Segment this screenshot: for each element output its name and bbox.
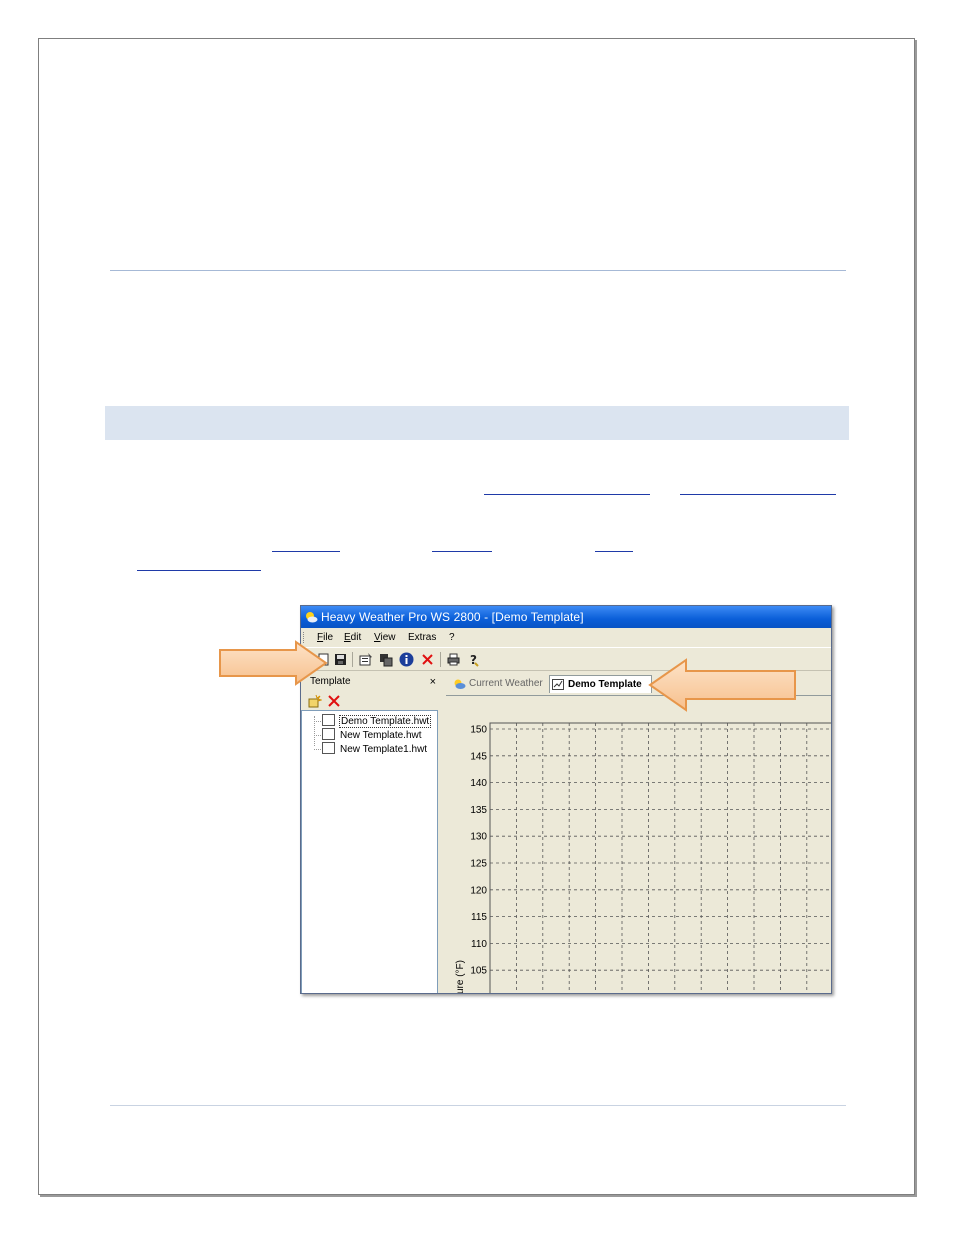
hyperlink-4[interactable] bbox=[432, 551, 492, 552]
hyperlink-5[interactable] bbox=[595, 551, 633, 552]
y-tick-label: 130 bbox=[470, 832, 487, 843]
weather-icon bbox=[454, 679, 466, 689]
tree-item-label: New Template.hwt bbox=[340, 730, 422, 741]
info-icon[interactable] bbox=[399, 652, 414, 667]
tree-guide-line bbox=[314, 735, 321, 736]
header-rule bbox=[110, 270, 846, 271]
export-icon[interactable] bbox=[378, 652, 393, 667]
tab-current-weather-label: Current Weather bbox=[469, 678, 543, 689]
chart-file-icon bbox=[322, 742, 335, 754]
close-icon[interactable]: × bbox=[430, 673, 436, 691]
tab-demo-template-label: Demo Template bbox=[568, 679, 642, 690]
callout-arrow-left bbox=[648, 658, 796, 712]
menu-edit-label: dit bbox=[350, 632, 362, 643]
y-tick-label: 125 bbox=[470, 859, 487, 870]
toolbar-separator bbox=[352, 652, 353, 667]
window-title: Heavy Weather Pro WS 2800 - [Demo Templa… bbox=[321, 610, 584, 624]
temperature-chart: 1501451401351301251201151101051009590858… bbox=[455, 722, 831, 995]
menu-edit-mnemonic: E bbox=[344, 632, 351, 643]
template-panel: Template × Demo Template.hwt New Templat… bbox=[301, 673, 440, 993]
menu-extras[interactable]: Extras bbox=[408, 628, 436, 647]
tree-guide-line bbox=[314, 749, 321, 750]
new-template-icon[interactable] bbox=[308, 694, 322, 708]
tree-item-new-template-1[interactable]: New Template1.hwt bbox=[322, 742, 428, 756]
help-icon[interactable]: ? bbox=[467, 652, 482, 667]
hyperlink-2[interactable] bbox=[680, 494, 836, 495]
weather-app-icon bbox=[306, 612, 318, 623]
section-heading-bar bbox=[105, 406, 849, 440]
tree-item-demo-template[interactable]: Demo Template.hwt bbox=[322, 714, 432, 728]
y-tick-label: 145 bbox=[470, 751, 487, 762]
print-icon[interactable] bbox=[446, 652, 461, 667]
tab-demo-template[interactable]: Demo Template bbox=[549, 675, 652, 693]
y-tick-label: 150 bbox=[470, 725, 487, 736]
chart-area: 1501451401351301251201151101051009590858… bbox=[446, 695, 831, 995]
hyperlink-3[interactable] bbox=[272, 551, 340, 552]
window-titlebar: Heavy Weather Pro WS 2800 - [Demo Templa… bbox=[301, 606, 831, 628]
y-tick-label: 140 bbox=[470, 778, 487, 789]
tree-item-label: New Template1.hwt bbox=[340, 744, 428, 755]
tab-current-weather[interactable]: Current Weather bbox=[452, 675, 548, 693]
footer-rule bbox=[110, 1105, 846, 1106]
template-panel-tools bbox=[301, 691, 440, 711]
callout-arrow-right bbox=[219, 640, 328, 686]
y-axis-label: ure (°F) bbox=[455, 960, 466, 994]
menu-view-label: iew bbox=[380, 632, 396, 643]
delete-icon[interactable] bbox=[420, 652, 435, 667]
y-tick-label: 135 bbox=[470, 805, 487, 816]
menu-extras-label: Extras bbox=[408, 632, 437, 643]
menu-help[interactable]: ? bbox=[449, 628, 455, 647]
delete-template-icon[interactable] bbox=[327, 694, 341, 708]
menu-view[interactable]: View bbox=[374, 628, 396, 647]
chart-file-icon bbox=[322, 728, 335, 740]
toolbar-separator bbox=[440, 652, 441, 667]
template-tree: Demo Template.hwt New Template.hwt New T… bbox=[301, 710, 438, 993]
tree-item-label: Demo Template.hwt bbox=[339, 715, 432, 728]
save-icon[interactable] bbox=[333, 652, 348, 667]
chart-file-icon bbox=[322, 714, 335, 726]
y-tick-label: 105 bbox=[470, 966, 487, 977]
hyperlink-6[interactable] bbox=[137, 570, 261, 571]
menu-edit[interactable]: Edit bbox=[344, 628, 361, 647]
y-tick-label: 120 bbox=[470, 885, 487, 896]
properties-icon[interactable] bbox=[358, 652, 373, 667]
tree-guide-line bbox=[314, 721, 321, 722]
menu-bar: File Edit View Extras ? bbox=[301, 628, 831, 647]
y-tick-label: 100 bbox=[470, 993, 487, 995]
y-tick-label: 115 bbox=[471, 912, 487, 923]
tree-item-new-template[interactable]: New Template.hwt bbox=[322, 728, 423, 742]
menu-help-label: ? bbox=[449, 632, 455, 643]
y-tick-label: 110 bbox=[471, 939, 487, 950]
hyperlink-1[interactable] bbox=[484, 494, 650, 495]
chart-icon bbox=[552, 679, 564, 690]
